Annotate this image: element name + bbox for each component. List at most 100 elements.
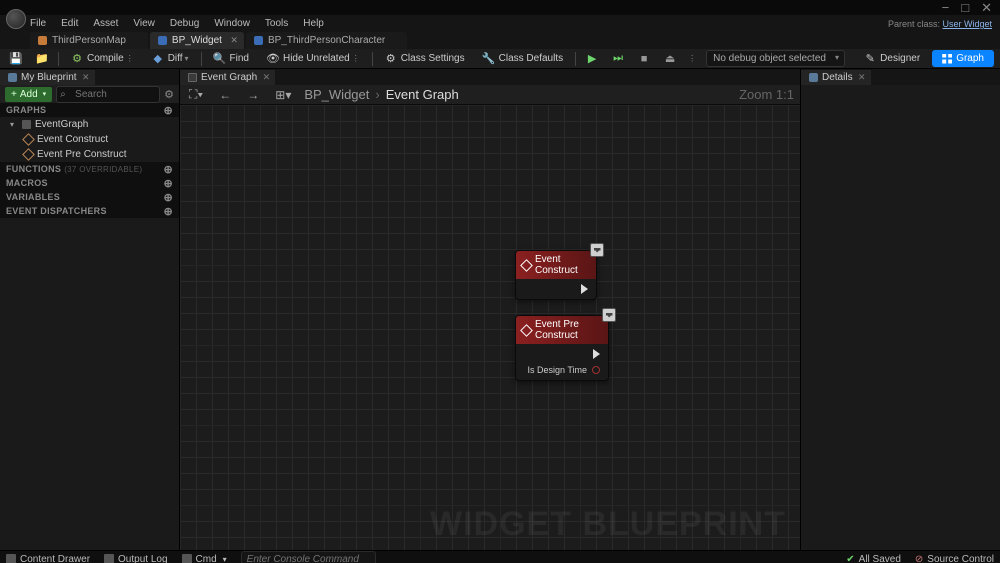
compile-button[interactable]: ⚙Compile⋮ [65,51,140,67]
breadcrumb-asset[interactable]: BP_Widget [304,87,369,102]
gear-icon: ⚙ [385,53,397,65]
save-button[interactable]: 💾 [6,51,26,67]
tree-event-construct[interactable]: Event Construct [0,132,179,147]
tree-event-pre-construct[interactable]: Event Pre Construct [0,147,179,162]
my-blueprint-panel: My Blueprint✕ + Add ⌕ ⚙ GRAPHS⊕ ▾EventGr… [0,69,180,550]
stop-button[interactable]: ■ [634,51,654,67]
check-icon: ✔ [846,554,854,563]
event-icon [22,133,35,146]
section-functions[interactable]: FUNCTIONS(37 OVERRIDABLE)⊕ [0,162,179,176]
parent-class-link[interactable]: User Widget [942,19,992,29]
diff-button[interactable]: ◆Diff▾ [146,51,195,67]
toolbar: 💾 📁 ⚙Compile⋮ ◆Diff▾ 🔍Find 👁Hide Unrelat… [0,49,1000,69]
menu-asset[interactable]: Asset [93,18,118,29]
add-function-icon[interactable]: ⊕ [163,163,173,176]
designer-icon: ✎ [864,53,876,65]
cmd-icon [182,554,192,563]
menu-window[interactable]: Window [214,18,250,29]
graph-icon [22,120,31,129]
console-input[interactable] [241,551,376,563]
search-icon: 🔍 [214,53,226,65]
class-settings-button[interactable]: ⚙Class Settings [379,51,471,67]
eject-button[interactable]: ⏏ [660,51,680,67]
cmd-type-select[interactable]: Cmd▾ [182,554,227,563]
close-icon[interactable]: ✕ [858,72,866,83]
play-button[interactable]: ▶ [582,51,602,67]
menu-help[interactable]: Help [303,18,324,29]
play-options-button[interactable]: ⋮ [686,52,700,65]
node-event-construct[interactable]: Event Construct [515,250,597,300]
close-icon[interactable]: ✕ [263,72,271,83]
find-button[interactable]: 🔍Find [208,51,255,67]
bool-output-pin[interactable] [592,366,600,374]
section-variables[interactable]: VARIABLES⊕ [0,190,179,204]
close-icon[interactable]: ✕ [230,35,238,46]
content-drawer-button[interactable]: Content Drawer [6,554,90,563]
blueprint-icon [254,36,263,45]
designer-mode-button[interactable]: ✎Designer [858,51,926,67]
graph-canvas[interactable]: WIDGET BLUEPRINT Event Construct Event P… [180,105,800,550]
menu-view[interactable]: View [133,18,155,29]
event-graph-tab[interactable]: Event Graph✕ [180,70,275,85]
eye-icon: 👁 [267,53,279,65]
panel-icon [8,73,17,82]
graph-mode-button[interactable]: Graph [932,50,994,67]
section-dispatchers[interactable]: EVENT DISPATCHERS⊕ [0,204,179,218]
section-macros[interactable]: MACROS⊕ [0,176,179,190]
graph-menu-icon[interactable]: ⛶▾ [186,85,206,104]
diff-icon: ◆ [152,53,164,65]
details-tab[interactable]: Details✕ [801,70,871,85]
browse-icon: 📁 [36,53,48,65]
hide-unrelated-button[interactable]: 👁Hide Unrelated⋮ [261,51,366,67]
tab-bp-thirdpersoncharacter[interactable]: BP_ThirdPersonCharacter [246,32,407,49]
add-graph-icon[interactable]: ⊕ [163,104,173,117]
zoom-label: Zoom 1:1 [739,87,794,102]
maximize-button[interactable]: □ [961,0,969,15]
class-defaults-button[interactable]: 🔧Class Defaults [477,51,569,67]
log-icon [104,554,114,563]
source-control-button[interactable]: ⊘Source Control [915,554,994,563]
tab-thirdpersonmap[interactable]: ThirdPersonMap [30,32,148,49]
add-macro-icon[interactable]: ⊕ [163,177,173,190]
browse-button[interactable]: 📁 [32,51,52,67]
event-icon [520,259,533,272]
add-dispatcher-icon[interactable]: ⊕ [163,205,173,218]
drawer-icon [6,554,16,563]
menu-debug[interactable]: Debug [170,18,199,29]
my-blueprint-tab[interactable]: My Blueprint✕ [0,70,95,85]
breadcrumb: BP_Widget › Event Graph [304,87,458,102]
exec-output-pin[interactable] [593,349,600,359]
search-input[interactable] [56,86,160,103]
tab-bp-widget[interactable]: BP_Widget✕ [150,32,244,49]
menu-tools[interactable]: Tools [265,18,288,29]
add-button[interactable]: + Add [5,87,52,102]
graph-list-icon[interactable]: ⊞▾ [272,86,294,104]
tree-eventgraph[interactable]: ▾EventGraph [0,117,179,132]
output-log-button[interactable]: Output Log [104,554,167,563]
document-tabs: ThirdPersonMap BP_Widget✕ BP_ThirdPerson… [0,31,1000,49]
minimize-button[interactable]: − [942,0,950,15]
close-icon[interactable]: ✕ [82,72,90,83]
menu-edit[interactable]: Edit [61,18,78,29]
close-button[interactable]: ✕ [981,0,992,16]
node-event-pre-construct[interactable]: Event Pre Construct Is Design Time [515,315,609,381]
breadcrumb-graph[interactable]: Event Graph [386,87,459,102]
nav-back-button[interactable]: ← [216,86,234,104]
wrench-icon: 🔧 [483,53,495,65]
status-bar: Content Drawer Output Log Cmd▾ ✔All Save… [0,550,1000,563]
add-variable-icon[interactable]: ⊕ [163,191,173,204]
debug-object-select[interactable]: No debug object selected [706,50,845,67]
parent-class-label: Parent class: User Widget [888,19,992,29]
section-graphs[interactable]: GRAPHS⊕ [0,103,179,117]
node-badge-icon [602,308,616,322]
menu-file[interactable]: File [30,18,46,29]
exec-output-pin[interactable] [581,284,588,294]
details-panel: Details✕ [800,69,1000,550]
compile-icon: ⚙ [71,53,83,65]
graph-toolbar: ⛶▾ ← → ⊞▾ BP_Widget › Event Graph Zoom 1… [180,85,800,105]
step-button[interactable]: ⏭ [608,51,628,67]
settings-gear-icon[interactable]: ⚙ [164,88,174,101]
menubar: File Edit Asset View Debug Window Tools … [0,15,1000,31]
nav-forward-button[interactable]: → [244,86,262,104]
all-saved-status[interactable]: ✔All Saved [846,554,901,563]
